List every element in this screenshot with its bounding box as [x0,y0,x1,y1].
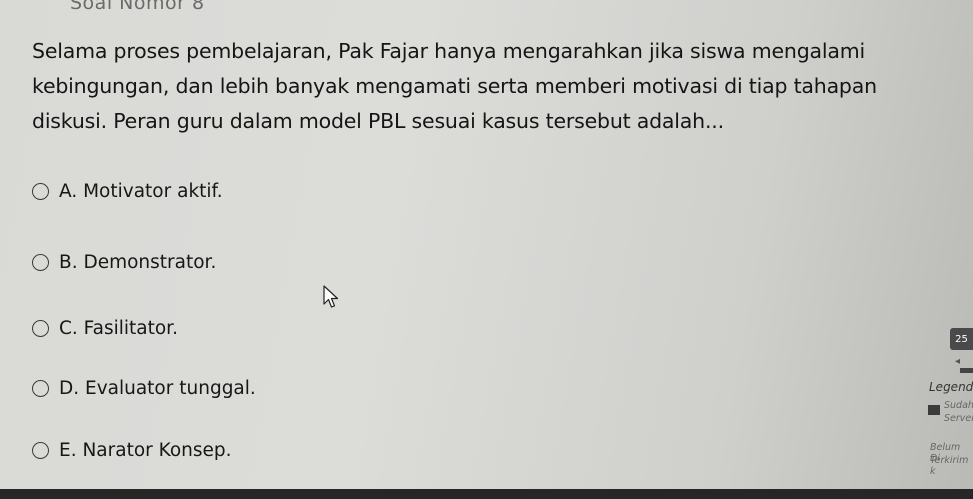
radio-button[interactable] [32,320,49,337]
progress-indicator [960,368,973,373]
question-number-header: Soal Nomor 8 [70,0,205,14]
legend-item: Terkirim k [930,455,969,477]
screen-bottom-edge [0,489,973,499]
radio-button[interactable] [32,442,49,459]
option-e[interactable]: E. Narator Konsep. [32,440,232,461]
radio-button[interactable] [32,254,49,271]
question-text: Selama proses pembelajaran, Pak Fajar ha… [32,39,877,133]
option-b[interactable]: B. Demonstrator. [32,252,216,273]
option-label: A. Motivator aktif. [59,181,223,202]
option-label: B. Demonstrator. [59,252,217,273]
option-a[interactable]: A. Motivator aktif. [32,181,223,202]
option-c[interactable]: C. Fasilitator. [32,318,178,339]
legend-swatch [928,405,940,415]
option-label: C. Fasilitator. [59,318,178,339]
option-label: D. Evaluator tunggal. [59,378,256,399]
option-d[interactable]: D. Evaluator tunggal. [32,378,256,399]
mouse-cursor-icon [323,285,339,308]
collapse-arrow-icon[interactable]: ◂ [955,356,960,367]
question-count-badge[interactable]: 25 [950,328,973,350]
legend-item: Sudah [944,400,973,411]
radio-button[interactable] [32,380,49,397]
option-label: E. Narator Konsep. [59,440,232,461]
legend-item: Server [944,413,973,424]
radio-button[interactable] [32,183,49,200]
legend-title: Legenda [929,380,973,394]
